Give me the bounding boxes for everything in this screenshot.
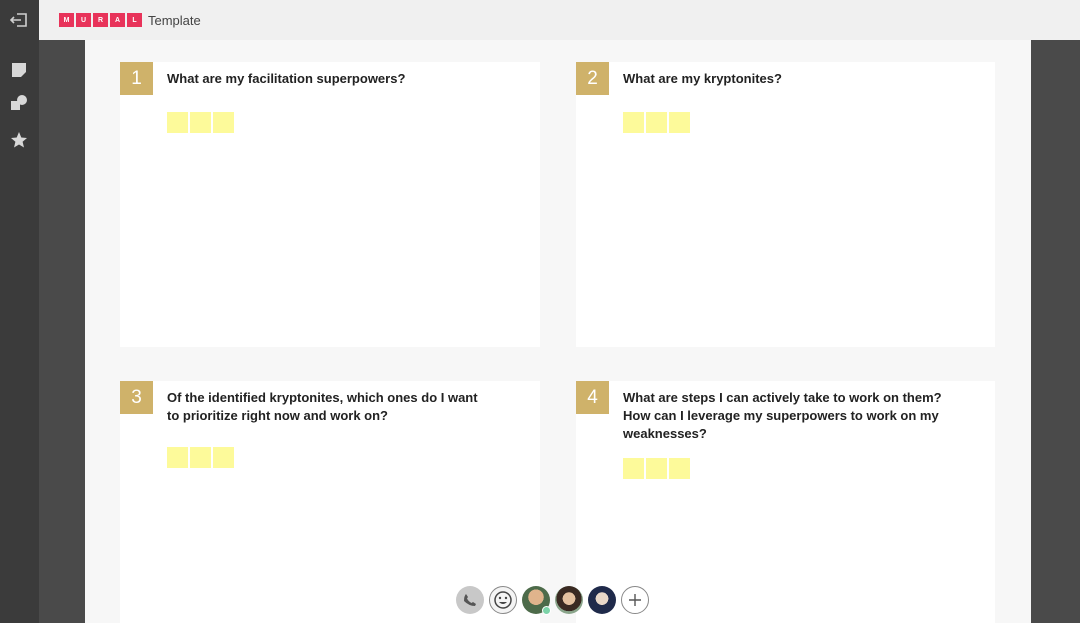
sticky-group [623,112,690,133]
canvas-margin-left [39,40,85,623]
panel-question[interactable]: Of the identified kryptonites, which one… [167,389,478,425]
mural-canvas[interactable]: 1 What are my facilitation superpowers? … [85,40,1031,623]
sticky-note[interactable] [167,447,188,468]
logo-letter: R [93,13,108,27]
panel-number: 2 [576,62,609,95]
sticky-note[interactable] [623,458,644,479]
sticky-note[interactable] [167,112,188,133]
sticky-note[interactable] [646,112,667,133]
panel-number: 1 [120,62,153,95]
exit-icon[interactable] [9,10,29,30]
avatar[interactable] [588,586,616,614]
collaboration-bar [456,586,649,615]
online-indicator [542,606,551,615]
phone-icon[interactable] [456,586,484,614]
mural-title[interactable]: Template [148,13,201,28]
plus-icon[interactable] [621,586,649,614]
sticky-note[interactable] [213,112,234,133]
mural-logo[interactable]: M U R A L [59,13,142,27]
left-toolbar [0,0,39,623]
panel-number: 4 [576,381,609,414]
sticky-group [167,447,234,468]
sticky-group [167,112,234,133]
panel-question[interactable]: What are my kryptonites? [623,70,782,88]
sticky-note[interactable] [623,112,644,133]
logo-letter: U [76,13,91,27]
panel-question[interactable]: What are my facilitation superpowers? [167,70,405,88]
question-line: Of the identified kryptonites, which one… [167,390,478,405]
question-line: What are steps I can actively take to wo… [623,390,942,405]
panel-1[interactable]: 1 What are my facilitation superpowers? [120,62,540,347]
canvas-margin-right [1031,40,1080,623]
sticky-note[interactable] [669,458,690,479]
sticky-note[interactable] [190,447,211,468]
logo-letter: L [127,13,142,27]
logo-letter: M [59,13,74,27]
shapes-icon[interactable] [9,93,29,113]
emoji-icon[interactable] [489,586,517,614]
panel-number: 3 [120,381,153,414]
sticky-note[interactable] [213,447,234,468]
sticky-note[interactable] [669,112,690,133]
question-line: to prioritize right now and work on? [167,408,388,423]
sticky-group [623,458,690,479]
sticky-note[interactable] [646,458,667,479]
avatar[interactable] [522,586,551,615]
panel-question[interactable]: What are steps I can actively take to wo… [623,389,942,443]
panel-2[interactable]: 2 What are my kryptonites? [576,62,995,347]
sticky-note-icon[interactable] [9,60,29,80]
top-bar: M U R A L Template [39,0,1080,40]
avatar[interactable] [555,586,583,614]
question-line: weaknesses? [623,426,707,441]
star-icon[interactable] [9,130,29,150]
logo-letter: A [110,13,125,27]
question-line: How can I leverage my superpowers to wor… [623,408,939,423]
sticky-note[interactable] [190,112,211,133]
